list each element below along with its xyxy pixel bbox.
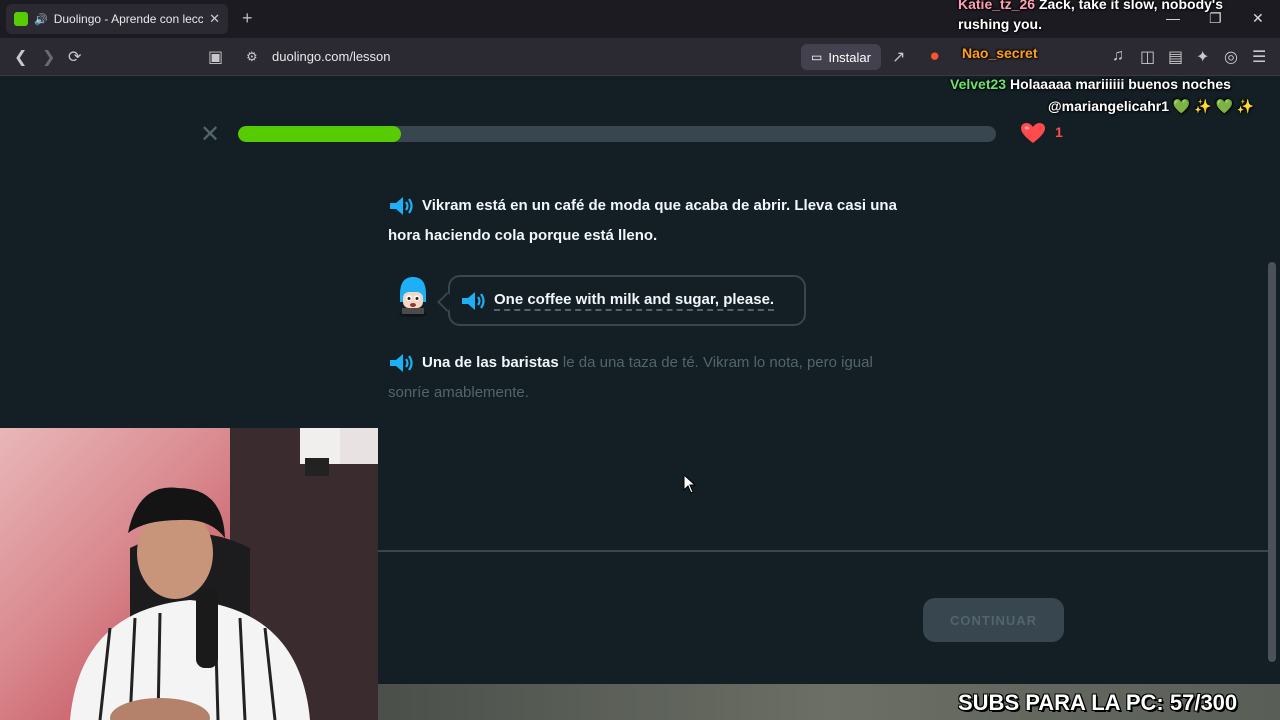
story-paragraph: Vikram está en un café de moda que acaba…	[388, 191, 908, 251]
reload-icon[interactable]: ⟳	[68, 47, 81, 67]
vpn-icon[interactable]: ◎	[1224, 47, 1238, 67]
speaker-icon[interactable]	[388, 195, 416, 217]
install-label: Instalar	[828, 49, 871, 65]
subs-goal-counter: SUBS PARA LA PC: 57/300	[958, 690, 1238, 715]
paragraph-text: Vikram está en un café de moda que acaba…	[388, 197, 897, 244]
scrollbar[interactable]	[1268, 262, 1276, 662]
chat-username: Nao_secret	[962, 45, 1038, 61]
lesson-progress-bar	[238, 126, 996, 142]
bubble-text[interactable]: One coffee with milk and sugar, please.	[494, 291, 775, 311]
close-tab-icon[interactable]: ✕	[209, 11, 220, 27]
streamer-webcam-image	[70, 428, 378, 720]
install-button[interactable]: ▭ Instalar	[801, 44, 881, 70]
forward-icon[interactable]: ❯	[42, 47, 55, 67]
speaker-icon[interactable]: 🔊	[34, 13, 48, 26]
chat-username: Velvet23	[950, 76, 1007, 92]
mouse-cursor-icon	[683, 474, 697, 494]
progress-fill	[238, 126, 401, 142]
webcam-overlay	[0, 428, 378, 720]
browser-toolbar: ❮ ❯ ⟳ ▣ ⚙ duolingo.com/lesson ▭ Instalar…	[0, 38, 1280, 76]
paragraph-text-read: Una de las baristas	[422, 354, 559, 371]
character-avatar	[399, 277, 427, 317]
footer-divider	[378, 550, 1268, 552]
menu-icon[interactable]: ☰	[1252, 47, 1266, 67]
speaker-icon[interactable]	[388, 352, 416, 374]
story-paragraph: Una de las baristas le da una taza de té…	[388, 348, 908, 408]
close-lesson-icon[interactable]: ✕	[200, 120, 220, 149]
chat-message: Nao_secret	[962, 45, 1038, 61]
share-icon[interactable]: ↗	[892, 47, 905, 67]
address-bar[interactable]: duolingo.com/lesson	[272, 49, 391, 64]
monitor-icon: ▭	[811, 50, 823, 64]
wallet-icon[interactable]: ▤	[1168, 47, 1183, 67]
speaker-icon[interactable]	[460, 290, 488, 312]
tab-title: Duolingo - Aprende con lecciones	[53, 12, 204, 26]
bubble-tail	[437, 292, 457, 312]
music-icon[interactable]: ♫	[1112, 47, 1124, 65]
new-tab-button[interactable]: +	[242, 8, 253, 29]
chat-message: Velvet23 Holaaaaa mariiiiii buenos noche…	[950, 73, 1280, 117]
heart-icon	[1021, 123, 1045, 143]
chat-message: Katie_tz_26 Zack, take it slow, nobody's…	[958, 0, 1278, 34]
chat-username: Katie_tz_26	[958, 0, 1036, 12]
sidebar-icon[interactable]: ◫	[1140, 47, 1155, 67]
bookmark-icon[interactable]: ▣	[208, 47, 223, 67]
speech-bubble: One coffee with milk and sugar, please.	[437, 275, 806, 326]
hearts-count: 1	[1055, 124, 1063, 140]
brave-shield-icon[interactable]: ⚫	[928, 47, 941, 67]
browser-tab[interactable]: 🔊 Duolingo - Aprende con lecciones ✕	[6, 4, 228, 34]
continue-button[interactable]: CONTINUAR	[923, 598, 1064, 642]
chat-text: Holaaaaa mariiiiii buenos noches	[1009, 76, 1231, 92]
chat-mention: @mariangelicahr1 💚 ✨ 💚 ✨	[1048, 98, 1255, 114]
back-icon[interactable]: ❮	[14, 47, 27, 67]
duolingo-favicon-icon	[14, 12, 28, 26]
leo-ai-icon[interactable]: ✦	[1196, 47, 1209, 67]
site-info-icon[interactable]: ⚙	[246, 49, 258, 65]
